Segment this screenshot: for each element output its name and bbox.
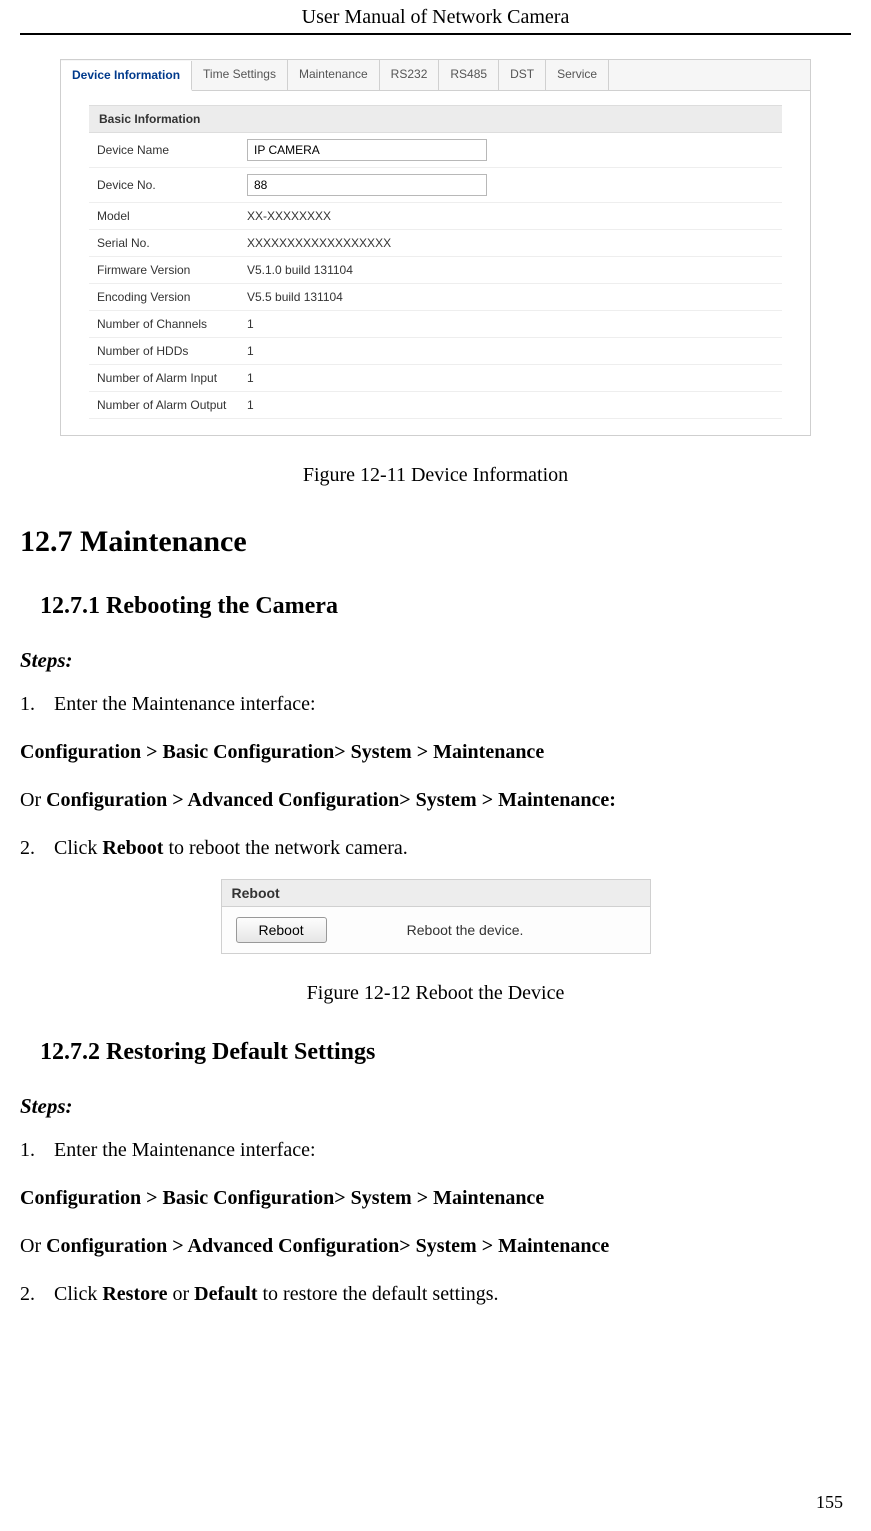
row-value: V5.5 build 131104 xyxy=(239,284,782,311)
step-number: 2. xyxy=(20,831,54,865)
step-number: 1. xyxy=(20,1133,54,1167)
path-text: Configuration > Advanced Configuration> … xyxy=(46,789,616,811)
basic-info-table: Device Name Device No. ModelXX-XXXXXXXX … xyxy=(89,133,782,419)
or-text: Or xyxy=(20,789,46,811)
path-text: Configuration > Advanced Configuration> … xyxy=(46,1235,609,1257)
step-keyword: Reboot xyxy=(102,837,163,859)
step-content: Enter the Maintenance interface: xyxy=(54,1139,316,1161)
tab-maintenance[interactable]: Maintenance xyxy=(288,60,380,90)
step-text: 2.Click Restore or Default to restore th… xyxy=(20,1277,851,1311)
step-part: or xyxy=(168,1283,195,1305)
tab-device-information[interactable]: Device Information xyxy=(61,61,192,91)
page-header: User Manual of Network Camera xyxy=(20,0,851,35)
step-part: Click xyxy=(54,837,102,859)
nav-path: Configuration > Basic Configuration> Sys… xyxy=(20,735,851,769)
step-keyword: Default xyxy=(194,1283,257,1305)
basic-info-header: Basic Information xyxy=(89,105,782,133)
tab-time-settings[interactable]: Time Settings xyxy=(192,60,288,90)
step-text: 2.Click Reboot to reboot the network cam… xyxy=(20,831,851,865)
reboot-screenshot: Reboot Reboot Reboot the device. xyxy=(221,879,651,954)
device-name-input[interactable] xyxy=(247,139,487,161)
reboot-button[interactable]: Reboot xyxy=(236,917,327,943)
heading-restoring: 12.7.2 Restoring Default Settings xyxy=(40,1039,851,1066)
tabs-bar: Device Information Time Settings Mainten… xyxy=(61,60,810,91)
nav-path-alt: Or Configuration > Advanced Configuratio… xyxy=(20,1229,851,1263)
row-value: 1 xyxy=(239,311,782,338)
row-value: XXXXXXXXXXXXXXXXXX xyxy=(239,230,782,257)
step-content: Enter the Maintenance interface: xyxy=(54,693,316,715)
heading-rebooting: 12.7.1 Rebooting the Camera xyxy=(40,593,851,620)
nav-path-alt: Or Configuration > Advanced Configuratio… xyxy=(20,783,851,817)
heading-maintenance: 12.7 Maintenance xyxy=(20,525,851,559)
row-label: Model xyxy=(89,203,239,230)
row-label: Encoding Version xyxy=(89,284,239,311)
step-part: to reboot the network camera. xyxy=(163,837,407,859)
device-no-label: Device No. xyxy=(89,168,239,203)
figure-12-11-caption: Figure 12-11 Device Information xyxy=(20,464,851,487)
tab-service[interactable]: Service xyxy=(546,60,609,90)
row-value: XX-XXXXXXXX xyxy=(239,203,782,230)
row-label: Number of Channels xyxy=(89,311,239,338)
row-label: Number of Alarm Output xyxy=(89,392,239,419)
step-part: Click xyxy=(54,1283,102,1305)
nav-path: Configuration > Basic Configuration> Sys… xyxy=(20,1181,851,1215)
tab-rs485[interactable]: RS485 xyxy=(439,60,499,90)
row-label: Firmware Version xyxy=(89,257,239,284)
or-text: Or xyxy=(20,1235,46,1257)
page-number: 155 xyxy=(816,1492,843,1513)
step-text: 1.Enter the Maintenance interface: xyxy=(20,1133,851,1167)
steps-label: Steps: xyxy=(20,648,851,673)
row-label: Serial No. xyxy=(89,230,239,257)
device-info-screenshot: Device Information Time Settings Mainten… xyxy=(60,59,811,436)
step-number: 2. xyxy=(20,1277,54,1311)
row-value: 1 xyxy=(239,392,782,419)
figure-12-12-caption: Figure 12-12 Reboot the Device xyxy=(20,982,851,1005)
row-label: Number of HDDs xyxy=(89,338,239,365)
step-number: 1. xyxy=(20,687,54,721)
row-value: V5.1.0 build 131104 xyxy=(239,257,782,284)
step-keyword: Restore xyxy=(102,1283,167,1305)
step-text: 1.Enter the Maintenance interface: xyxy=(20,687,851,721)
tab-dst[interactable]: DST xyxy=(499,60,546,90)
row-label: Number of Alarm Input xyxy=(89,365,239,392)
reboot-panel-header: Reboot xyxy=(222,880,650,907)
steps-label: Steps: xyxy=(20,1094,851,1119)
tab-rs232[interactable]: RS232 xyxy=(380,60,440,90)
row-value: 1 xyxy=(239,365,782,392)
device-name-label: Device Name xyxy=(89,133,239,168)
row-value: 1 xyxy=(239,338,782,365)
device-no-input[interactable] xyxy=(247,174,487,196)
step-part: to restore the default settings. xyxy=(258,1283,499,1305)
reboot-description: Reboot the device. xyxy=(407,922,524,938)
